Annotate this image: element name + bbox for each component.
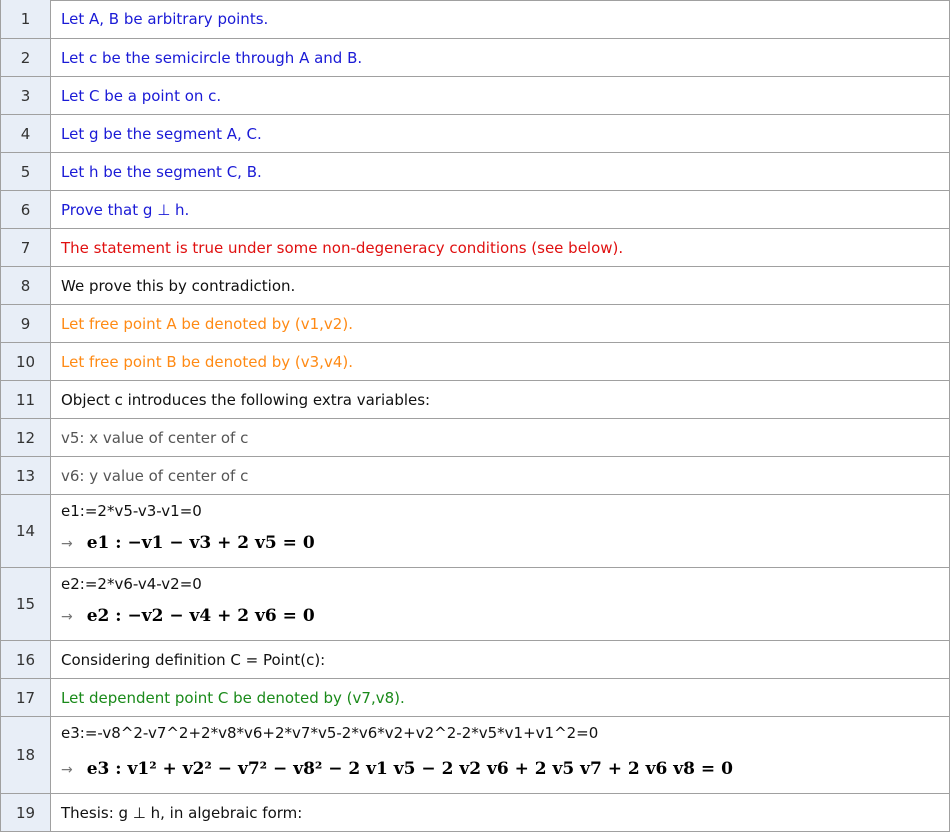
row-number: 1 xyxy=(0,0,51,38)
row-7[interactable]: 7 The statement is true under some non-d… xyxy=(0,229,950,267)
row-input[interactable]: e3:=-v8^2-v7^2+2*v8*v6+2*v7*v5-2*v6*v2+v… xyxy=(61,724,598,742)
row-output: → e3 : v1² + v2² − v7² − v8² − 2 v1 v5 − … xyxy=(61,759,733,779)
row-8[interactable]: 8 We prove this by contradiction. xyxy=(0,267,950,305)
row-11[interactable]: 11 Object c introduces the following ext… xyxy=(0,381,950,419)
row-6[interactable]: 6 Prove that g ⊥ h. xyxy=(0,191,950,229)
row-9[interactable]: 9 Let free point A be denoted by (v1,v2)… xyxy=(0,305,950,343)
row-text[interactable]: Let free point A be denoted by (v1,v2). xyxy=(61,315,353,333)
row-text[interactable]: We prove this by contradiction. xyxy=(61,277,295,295)
row-text[interactable]: Let h be the segment C, B. xyxy=(61,163,262,181)
row-text[interactable]: Let c be the semicircle through A and B. xyxy=(61,49,362,67)
row-number: 6 xyxy=(0,191,51,228)
row-text[interactable]: Let A, B be arbitrary points. xyxy=(61,10,268,28)
row-14[interactable]: 14 e1:=2*v5-v3-v1=0 → e1 : −v1 − v3 + 2 v… xyxy=(0,495,950,568)
arrow-icon: → xyxy=(61,536,73,552)
equation-output: e2 : −v2 − v4 + 2 v6 = 0 xyxy=(86,606,315,626)
row-number: 7 xyxy=(0,229,51,266)
row-number: 13 xyxy=(0,457,51,494)
row-number: 3 xyxy=(0,77,51,114)
row-text[interactable]: Thesis: g ⊥ h, in algebraic form: xyxy=(61,804,302,822)
row-1[interactable]: 1 Let A, B be arbitrary points. xyxy=(0,0,950,39)
row-number: 9 xyxy=(0,305,51,342)
row-number: 17 xyxy=(0,679,51,716)
row-number: 14 xyxy=(0,495,51,567)
row-5[interactable]: 5 Let h be the segment C, B. xyxy=(0,153,950,191)
row-text[interactable]: Let C be a point on c. xyxy=(61,87,221,105)
row-number: 4 xyxy=(0,115,51,152)
row-number: 19 xyxy=(0,794,51,831)
row-text[interactable]: Prove that g ⊥ h. xyxy=(61,201,189,219)
row-19[interactable]: 19 Thesis: g ⊥ h, in algebraic form: xyxy=(0,794,950,832)
row-13[interactable]: 13 v6: y value of center of c xyxy=(0,457,950,495)
row-text[interactable]: The statement is true under some non-deg… xyxy=(61,239,623,257)
row-output: → e1 : −v1 − v3 + 2 v5 = 0 xyxy=(61,533,315,553)
row-number: 16 xyxy=(0,641,51,678)
row-4[interactable]: 4 Let g be the segment A, C. xyxy=(0,115,950,153)
row-3[interactable]: 3 Let C be a point on c. xyxy=(0,77,950,115)
row-number: 11 xyxy=(0,381,51,418)
row-number: 18 xyxy=(0,717,51,793)
row-number: 5 xyxy=(0,153,51,190)
row-10[interactable]: 10 Let free point B be denoted by (v3,v4… xyxy=(0,343,950,381)
row-2[interactable]: 2 Let c be the semicircle through A and … xyxy=(0,39,950,77)
row-number: 10 xyxy=(0,343,51,380)
row-17[interactable]: 17 Let dependent point C be denoted by (… xyxy=(0,679,950,717)
row-input[interactable]: e1:=2*v5-v3-v1=0 xyxy=(61,502,202,520)
row-text[interactable]: v5: x value of center of c xyxy=(61,429,248,447)
row-number: 2 xyxy=(0,39,51,76)
equation-output: e1 : −v1 − v3 + 2 v5 = 0 xyxy=(86,533,315,553)
row-text[interactable]: Let g be the segment A, C. xyxy=(61,125,262,143)
row-input[interactable]: e2:=2*v6-v4-v2=0 xyxy=(61,575,202,593)
row-text[interactable]: Considering definition C = Point(c): xyxy=(61,651,325,669)
row-18[interactable]: 18 e3:=-v8^2-v7^2+2*v8*v6+2*v7*v5-2*v6*v… xyxy=(0,717,950,794)
row-16[interactable]: 16 Considering definition C = Point(c): xyxy=(0,641,950,679)
row-number: 15 xyxy=(0,568,51,640)
row-text[interactable]: Object c introduces the following extra … xyxy=(61,391,430,409)
arrow-icon: → xyxy=(61,762,73,778)
row-number: 8 xyxy=(0,267,51,304)
row-output: → e2 : −v2 − v4 + 2 v6 = 0 xyxy=(61,606,315,626)
row-number: 12 xyxy=(0,419,51,456)
arrow-icon: → xyxy=(61,609,73,625)
equation-output: e3 : v1² + v2² − v7² − v8² − 2 v1 v5 − 2… xyxy=(86,759,733,779)
row-text[interactable]: Let dependent point C be denoted by (v7,… xyxy=(61,689,405,707)
row-text[interactable]: Let free point B be denoted by (v3,v4). xyxy=(61,353,353,371)
row-15[interactable]: 15 e2:=2*v6-v4-v2=0 → e2 : −v2 − v4 + 2 v… xyxy=(0,568,950,641)
row-text[interactable]: v6: y value of center of c xyxy=(61,467,248,485)
row-12[interactable]: 12 v5: x value of center of c xyxy=(0,419,950,457)
